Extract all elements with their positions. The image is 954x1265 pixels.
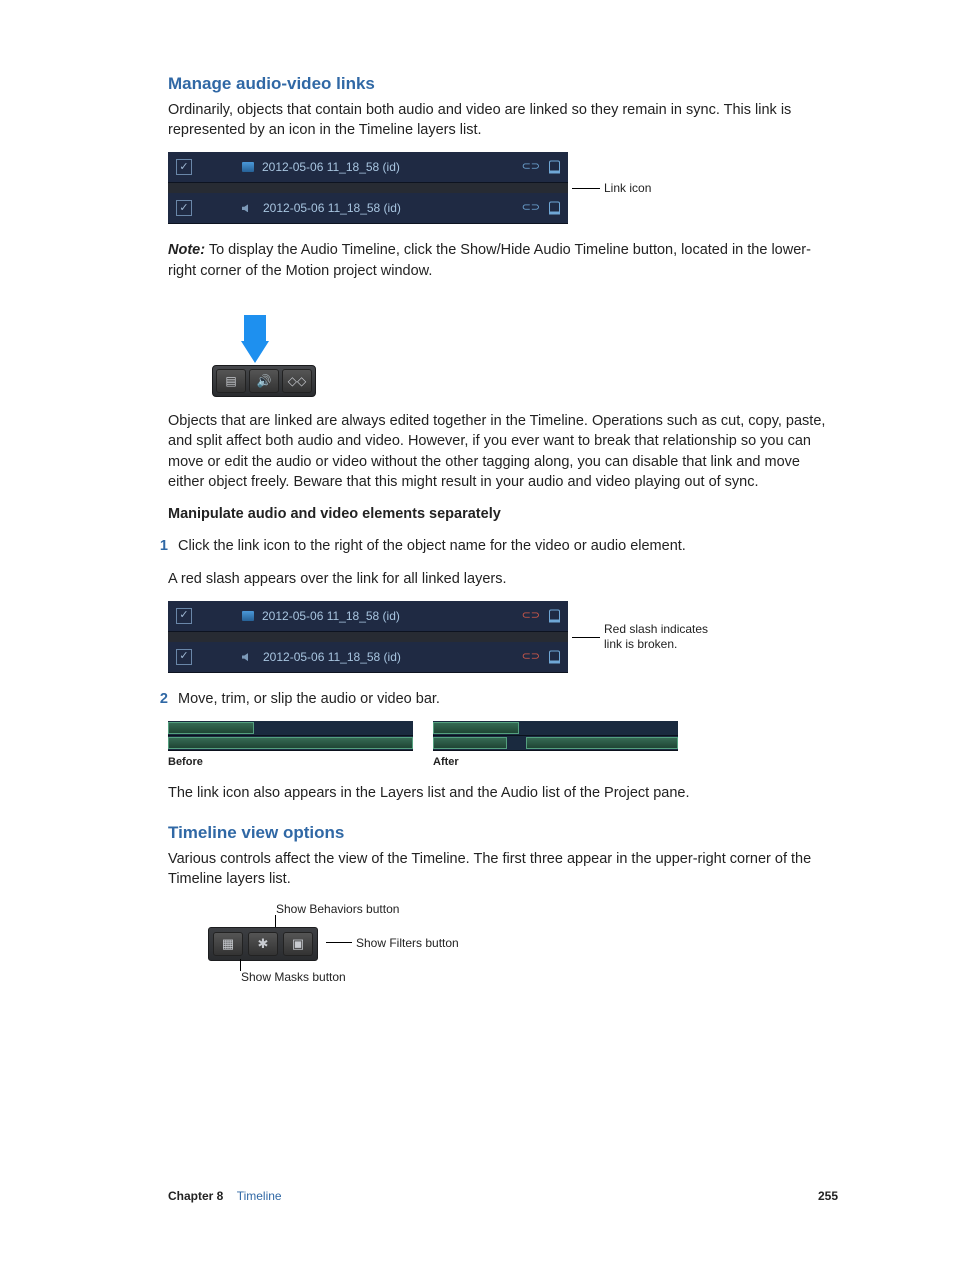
arrow-icon [241, 341, 269, 363]
show-behaviors-icon: ✱ [248, 932, 278, 956]
step-text: Move, trim, or slip the audio or video b… [178, 691, 440, 707]
broken-link-icon: ⊂⊃ [522, 649, 540, 664]
step-1: 1 Click the link icon to the right of th… [170, 536, 838, 556]
before-label: Before [168, 755, 413, 770]
lock-icon [549, 202, 560, 215]
label-masks: Show Masks button [241, 969, 346, 986]
checkbox-icon: ✓ [176, 200, 192, 216]
chapter-label: Chapter 8 [168, 1189, 223, 1203]
audio-clip-name: 2012-05-06 11_18_58 (id) [263, 200, 401, 217]
note-text: To display the Audio Timeline, click the… [168, 242, 811, 278]
figure-before-after: Before After [168, 721, 838, 770]
video-clip-name: 2012-05-06 11_18_58 (id) [262, 159, 400, 176]
broken-link-icon: ⊂⊃ [522, 608, 540, 623]
figure-broken-link: ✓ 2012-05-06 11_18_58 (id) ⊂⊃ ✓ 2012-05-… [168, 601, 838, 673]
step-number: 2 [148, 689, 174, 709]
video-clip-icon [242, 611, 254, 621]
show-filters-icon: ▣ [283, 932, 313, 956]
lock-icon [549, 651, 560, 664]
callout-broken-link: Red slash indicates link is broken. [604, 622, 724, 652]
step-number: 1 [148, 536, 174, 556]
timeline-video-row: ✓ 2012-05-06 11_18_58 (id) ⊂⊃ [168, 152, 568, 183]
mini-toolbar: ▤ 🔊 ◇◇ [212, 365, 316, 397]
timeline-video-row: ✓ 2012-05-06 11_18_58 (id) ⊂⊃ [168, 601, 568, 632]
after-label: After [433, 755, 678, 770]
lock-icon [549, 610, 560, 623]
audio-icon [242, 203, 256, 214]
heading-timeline-view-options: Timeline view options [168, 821, 838, 845]
callout-link-icon: Link icon [604, 181, 651, 196]
video-clip-icon [242, 162, 254, 172]
figure-audio-timeline-button: ▤ 🔊 ◇◇ [212, 293, 838, 397]
note-paragraph: Note: To display the Audio Timeline, cli… [168, 240, 838, 281]
note-label: Note: [168, 242, 205, 258]
video-timeline-icon: ▤ [216, 369, 246, 393]
view-options-intro: Various controls affect the view of the … [168, 849, 838, 890]
link-icon: ⊂⊃ [522, 160, 540, 175]
subheading-manipulate: Manipulate audio and video elements sepa… [168, 504, 838, 524]
checkbox-icon: ✓ [176, 649, 192, 665]
checkbox-icon: ✓ [176, 608, 192, 624]
link-icon: ⊂⊃ [522, 201, 540, 216]
checkbox-icon: ✓ [176, 159, 192, 175]
figure-link-icon: ✓ 2012-05-06 11_18_58 (id) ⊂⊃ ✓ 2012-05-… [168, 152, 838, 224]
chapter-title: Timeline [237, 1189, 282, 1203]
audio-clip-name: 2012-05-06 11_18_58 (id) [263, 649, 401, 666]
heading-manage-audio-video-links: Manage audio-video links [168, 72, 838, 96]
label-behaviors: Show Behaviors button [276, 901, 399, 918]
final-paragraph: The link icon also appears in the Layers… [168, 783, 838, 803]
lock-icon [549, 161, 560, 174]
step-1-result: A red slash appears over the link for al… [168, 569, 838, 589]
page-footer: Chapter 8 Timeline 255 [168, 1188, 838, 1205]
figure-view-options: Show Behaviors button ▦ ✱ ▣ Show Filters… [208, 901, 838, 985]
timeline-audio-row: ✓ 2012-05-06 11_18_58 (id) ⊂⊃ [168, 642, 568, 673]
timeline-audio-row: ✓ 2012-05-06 11_18_58 (id) ⊂⊃ [168, 193, 568, 224]
audio-timeline-icon: 🔊 [249, 369, 279, 393]
page-number: 255 [818, 1188, 838, 1205]
show-masks-icon: ▦ [213, 932, 243, 956]
keyframe-timeline-icon: ◇◇ [282, 369, 312, 393]
label-filters: Show Filters button [356, 935, 459, 952]
audio-icon [242, 652, 256, 663]
intro-paragraph: Ordinarily, objects that contain both au… [168, 100, 838, 141]
step-text: Click the link icon to the right of the … [178, 538, 686, 554]
linked-paragraph: Objects that are linked are always edite… [168, 411, 838, 492]
step-2: 2 Move, trim, or slip the audio or video… [170, 689, 838, 709]
video-clip-name: 2012-05-06 11_18_58 (id) [262, 608, 400, 625]
